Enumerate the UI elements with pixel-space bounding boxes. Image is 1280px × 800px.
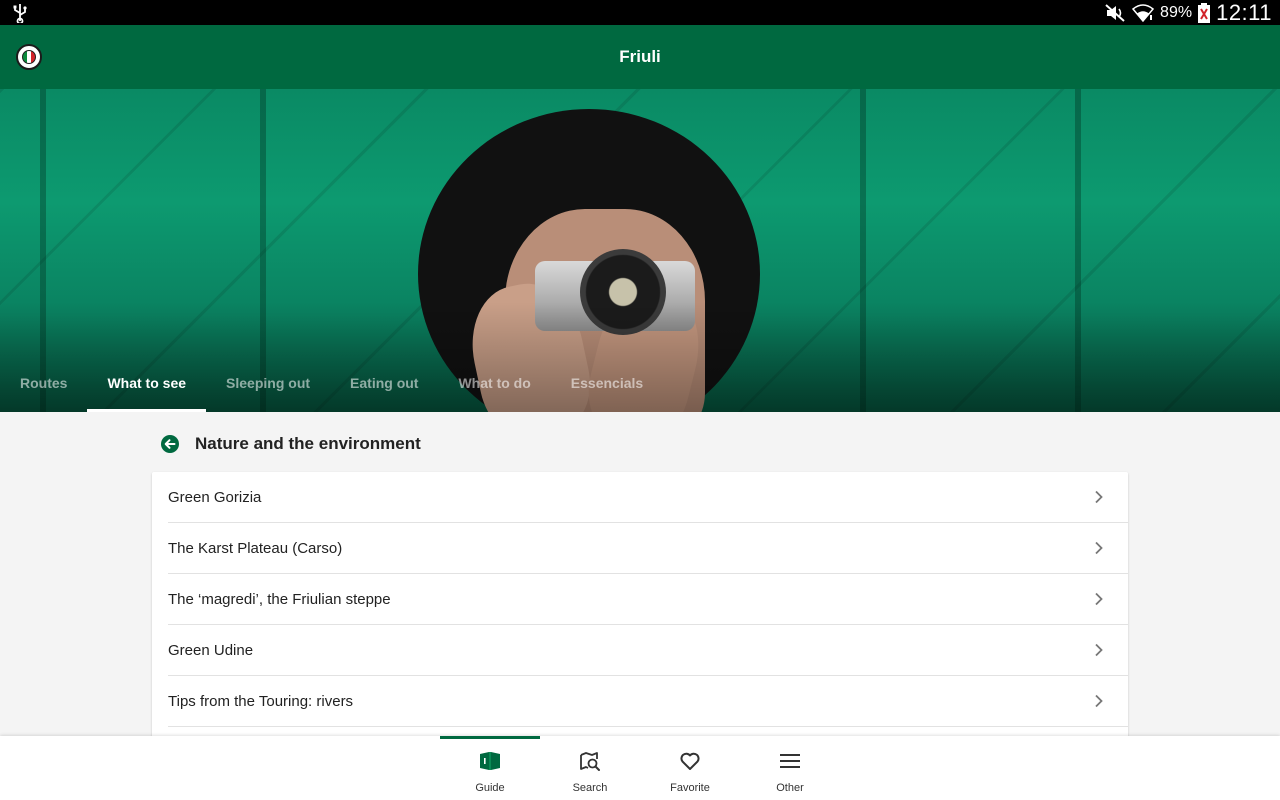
- list-item-label: Tips from the Touring: rivers: [168, 692, 354, 710]
- list-item-label: The ‘magredi’, the Friulian steppe: [168, 590, 391, 608]
- category-tabs: Routes What to see Sleeping out Eating o…: [0, 361, 663, 412]
- tab-what-to-see[interactable]: What to see: [87, 361, 206, 412]
- app-bar: Friuli: [0, 25, 1280, 89]
- list-item-label: Green Gorizia: [168, 488, 262, 506]
- tab-eating-out[interactable]: Eating out: [330, 361, 438, 412]
- list-item[interactable]: Green Udine: [168, 625, 1128, 676]
- tab-essencials[interactable]: Essencials: [551, 361, 663, 412]
- menu-icon: [780, 754, 800, 768]
- chevron-right-icon: [1095, 694, 1103, 708]
- list-item-label: The Karst Plateau (Carso): [168, 539, 343, 557]
- list-item[interactable]: The Karst Plateau (Carso): [168, 523, 1128, 574]
- nav-other[interactable]: Other: [740, 736, 840, 800]
- wifi-icon: [1132, 3, 1155, 22]
- list-item[interactable]: The ‘magredi’, the Friulian steppe: [168, 574, 1128, 625]
- section-header: Nature and the environment: [160, 432, 421, 456]
- chevron-right-icon: [1095, 643, 1103, 657]
- arrow-back-circle-icon[interactable]: [160, 434, 180, 454]
- page-title: Friuli: [619, 47, 661, 66]
- topics-list: Green Gorizia The Karst Plateau (Carso) …: [152, 472, 1128, 740]
- search-map-icon: [580, 752, 600, 771]
- list-item[interactable]: Green Gorizia: [168, 472, 1128, 523]
- nav-label: Search: [572, 782, 608, 794]
- clock: 12:11: [1216, 0, 1272, 25]
- usb-icon: [13, 4, 27, 23]
- nav-label: Guide: [475, 782, 505, 794]
- chevron-right-icon: [1095, 592, 1103, 606]
- nav-search[interactable]: Search: [540, 736, 640, 800]
- list-item-label: Green Udine: [168, 641, 254, 659]
- tab-sleeping-out[interactable]: Sleeping out: [206, 361, 330, 412]
- chevron-right-icon: [1095, 541, 1103, 555]
- heart-icon: [680, 752, 700, 770]
- book-icon: [480, 752, 500, 770]
- tab-what-to-do[interactable]: What to do: [438, 361, 550, 412]
- section-title: Nature and the environment: [195, 434, 421, 453]
- nav-label: Other: [776, 782, 804, 794]
- mute-icon: [1105, 3, 1125, 22]
- nav-guide[interactable]: Guide: [440, 736, 540, 800]
- list-item[interactable]: Tips from the Touring: rivers: [168, 676, 1128, 727]
- status-bar: 89% 12:11: [0, 0, 1280, 25]
- bottom-navigation: Guide Search Favorite Other: [0, 736, 1280, 800]
- nav-label: Favorite: [670, 782, 710, 794]
- chevron-right-icon: [1095, 490, 1103, 504]
- battery-percent: 89%: [1160, 3, 1193, 21]
- tab-routes[interactable]: Routes: [0, 361, 87, 412]
- nav-favorite[interactable]: Favorite: [640, 736, 740, 800]
- battery-alert-icon: [1198, 2, 1211, 23]
